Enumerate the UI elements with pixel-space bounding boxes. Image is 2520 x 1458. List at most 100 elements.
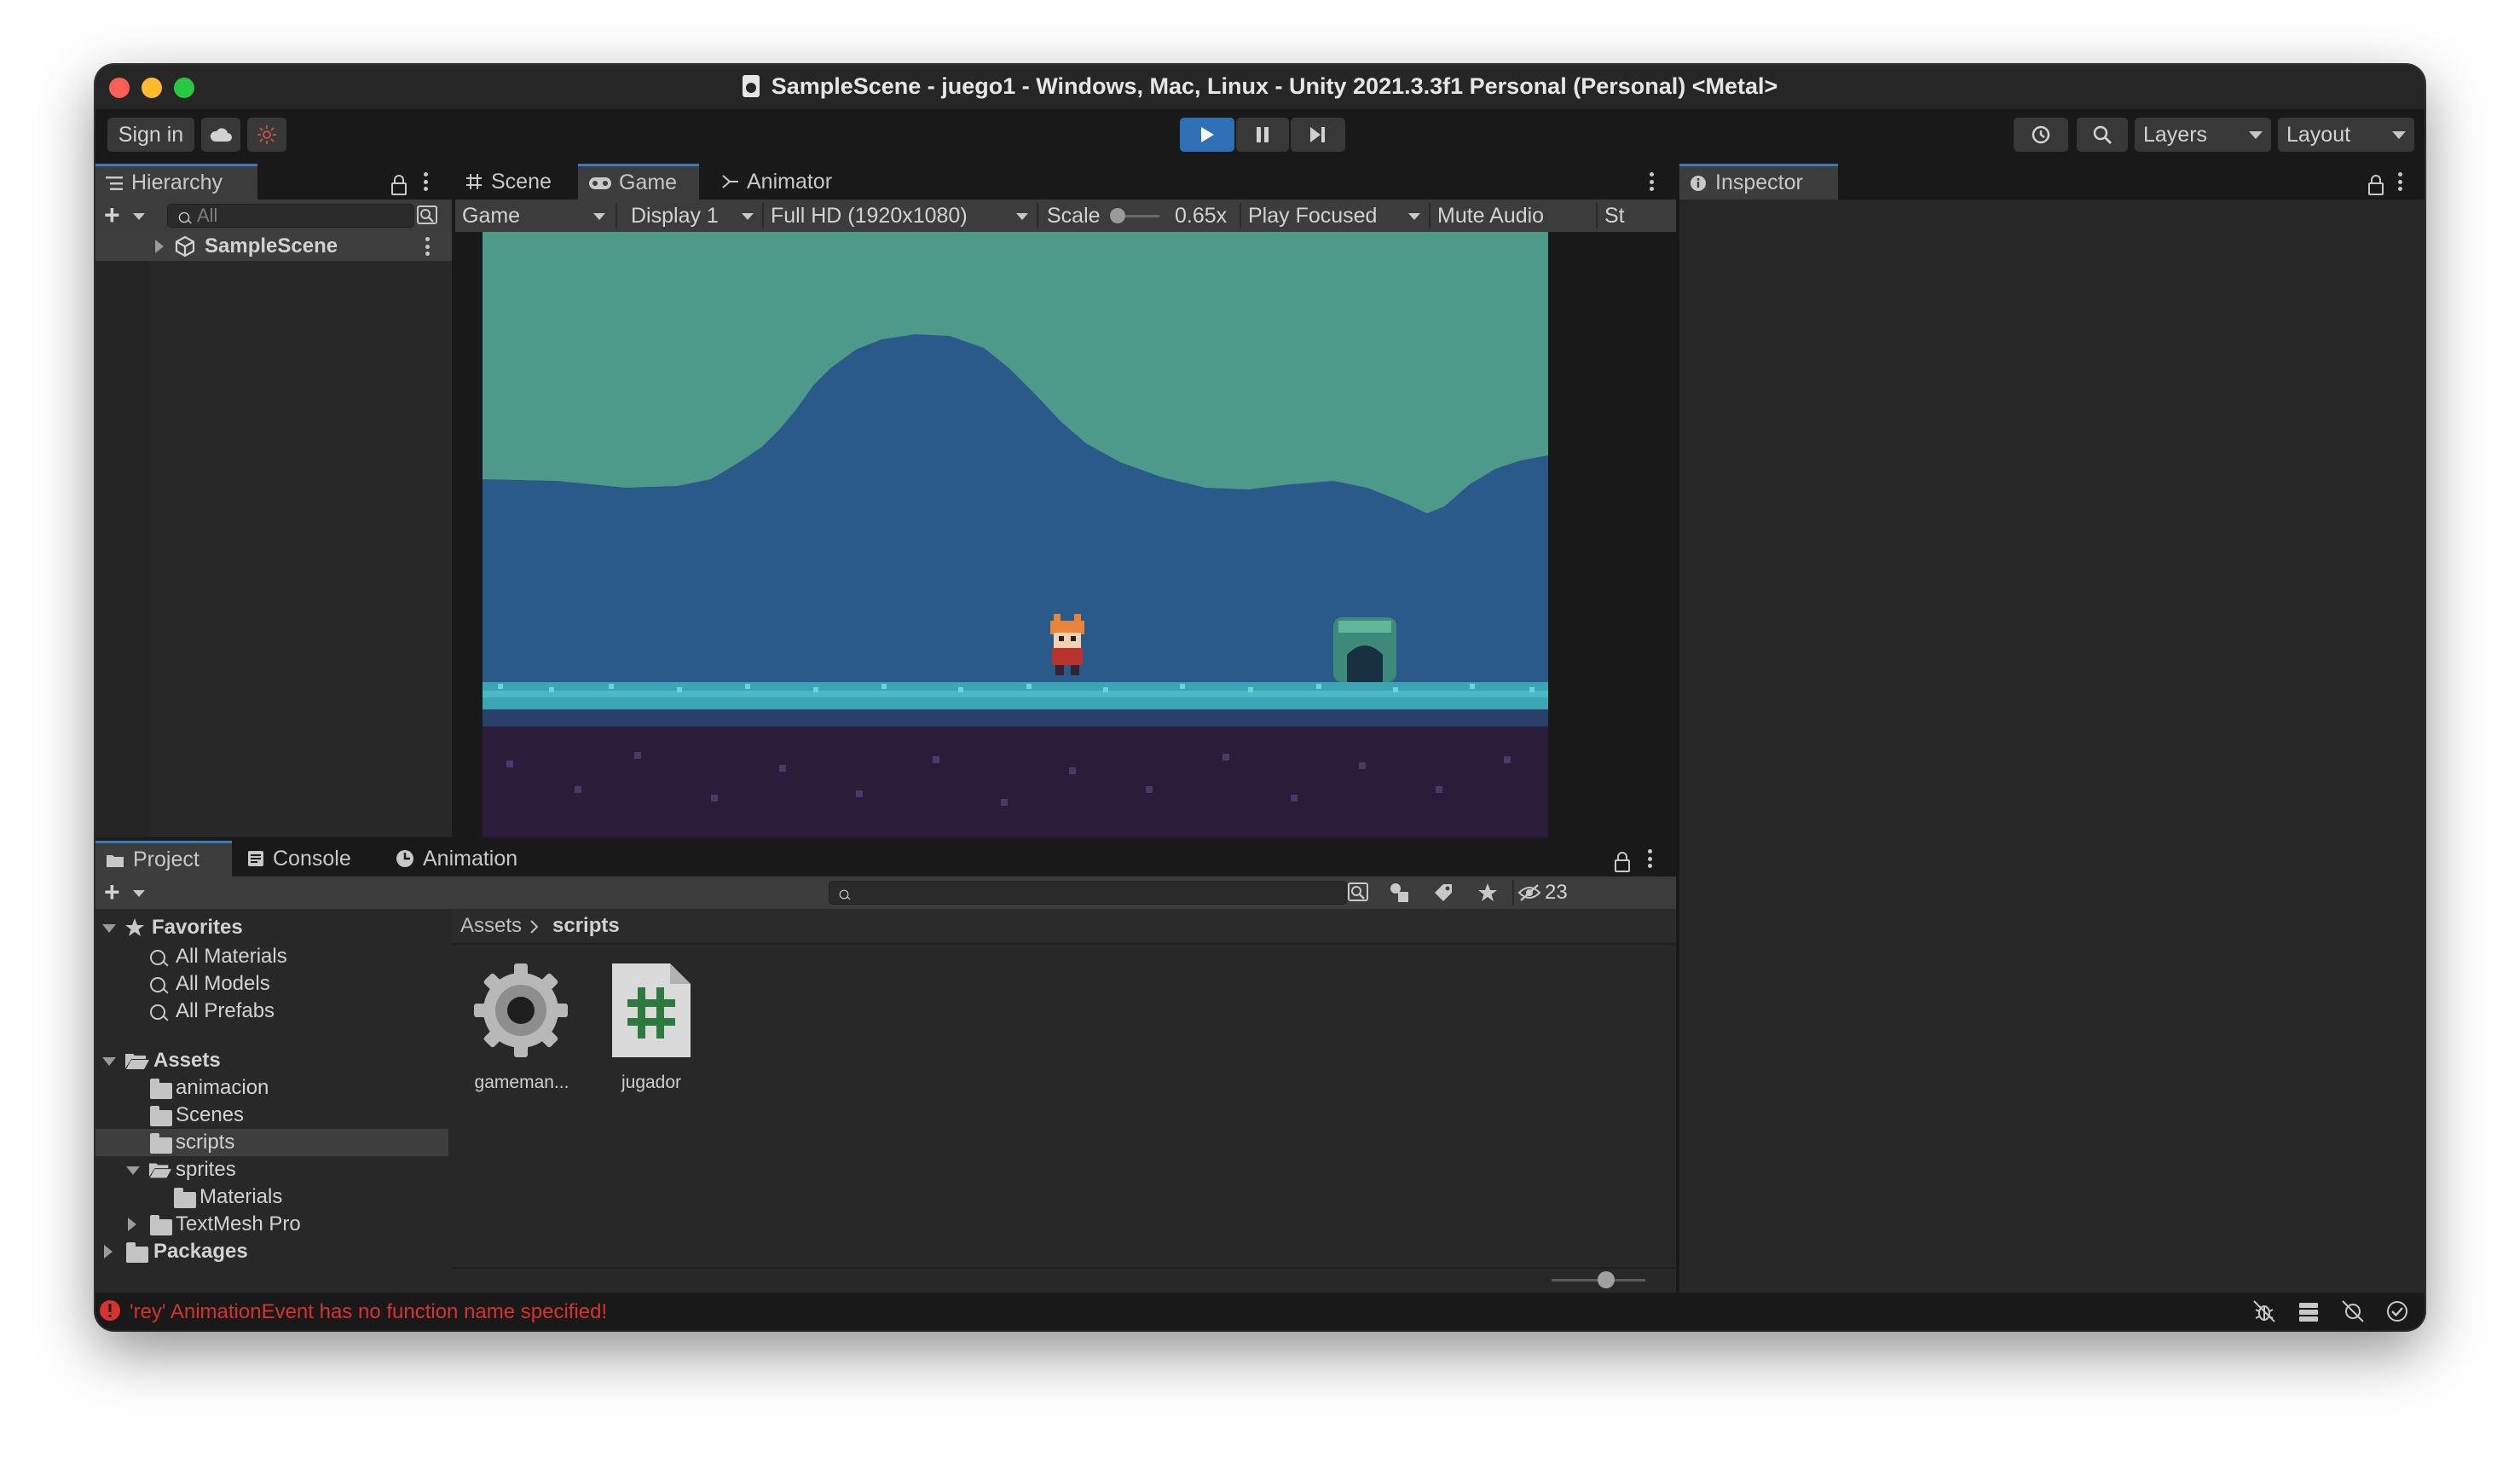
hierarchy-search-input[interactable]: All bbox=[167, 204, 414, 228]
folder-animacion[interactable]: animacion bbox=[95, 1074, 448, 1102]
scene-menu-icon[interactable] bbox=[425, 237, 430, 256]
tab-animation[interactable]: Animation bbox=[385, 841, 556, 877]
collapse-arrow-icon[interactable] bbox=[102, 924, 116, 933]
resolution-dropdown[interactable]: Full HD (1920x1080) bbox=[764, 200, 1035, 232]
panel-menu-icon[interactable] bbox=[423, 172, 428, 191]
hidden-packages-toggle[interactable]: 23 bbox=[1517, 880, 1579, 905]
panel-menu-icon[interactable] bbox=[2397, 172, 2402, 191]
shapes-icon bbox=[1390, 883, 1408, 902]
game-view-dropdown[interactable]: Game bbox=[455, 200, 614, 232]
folder-packages[interactable]: Packages bbox=[95, 1238, 448, 1265]
chevron-down-icon[interactable] bbox=[133, 890, 145, 897]
checkmark-circle-icon[interactable] bbox=[2385, 1299, 2409, 1323]
play-focused-dropdown[interactable]: Play Focused bbox=[1241, 200, 1427, 232]
expand-arrow-icon[interactable] bbox=[104, 1245, 113, 1258]
step-button[interactable] bbox=[1291, 118, 1345, 152]
breadcrumb-scripts[interactable]: scripts bbox=[552, 914, 620, 938]
hierarchy-row-scene[interactable]: SampleScene bbox=[95, 232, 452, 261]
hierarchy-icon bbox=[106, 176, 123, 190]
asset-item[interactable]: gameman... bbox=[469, 962, 575, 1098]
cache-server-icon[interactable] bbox=[2297, 1299, 2321, 1323]
inspector-lock-icon[interactable] bbox=[2368, 175, 2384, 195]
tab-animator[interactable]: Animator bbox=[711, 164, 881, 200]
status-bar: 'rey' AnimationEvent has no function nam… bbox=[95, 1293, 2425, 1330]
tab-inspector-label: Inspector bbox=[1715, 171, 1803, 194]
expand-arrow-icon[interactable] bbox=[155, 240, 164, 253]
info-icon bbox=[1691, 175, 1706, 191]
save-search-button[interactable] bbox=[1477, 882, 1502, 905]
display-dropdown[interactable]: Display 1 bbox=[617, 200, 760, 232]
scene-document-icon bbox=[742, 75, 760, 97]
auto-generate-lighting-icon[interactable] bbox=[2341, 1299, 2365, 1323]
collapse-arrow-icon[interactable] bbox=[126, 1166, 140, 1175]
collapse-arrow-icon[interactable] bbox=[102, 1057, 116, 1066]
stats-toggle[interactable]: St bbox=[1598, 200, 1640, 232]
folder-scenes[interactable]: Scenes bbox=[95, 1102, 448, 1129]
scale-value: 0.65x bbox=[1175, 204, 1228, 228]
folder-assets[interactable]: Assets bbox=[95, 1047, 448, 1074]
panel-menu-icon[interactable] bbox=[1647, 849, 1652, 868]
favorites-label[interactable]: Favorites bbox=[152, 916, 243, 940]
add-icon[interactable]: + bbox=[104, 201, 120, 229]
mute-audio-toggle[interactable]: Mute Audio bbox=[1431, 200, 1594, 232]
panel-menu-icon[interactable] bbox=[1649, 172, 1654, 191]
icon-size-slider-thumb[interactable] bbox=[1598, 1271, 1615, 1288]
favorite-item[interactable]: All Prefabs bbox=[95, 998, 448, 1025]
breadcrumb-assets[interactable]: Assets bbox=[460, 914, 522, 938]
icon-size-slider[interactable] bbox=[1552, 1271, 1645, 1288]
tab-scene[interactable]: Scene bbox=[455, 164, 576, 200]
folder-materials[interactable]: Materials bbox=[95, 1183, 448, 1211]
tag-icon bbox=[1435, 884, 1452, 901]
pause-icon bbox=[1257, 127, 1269, 142]
chevron-down-icon bbox=[742, 213, 754, 220]
project-toolbar: + 23 bbox=[95, 877, 1676, 909]
star-icon bbox=[125, 918, 144, 936]
favorite-item[interactable]: All Materials bbox=[95, 943, 448, 970]
search-by-type-button[interactable] bbox=[416, 205, 442, 227]
tab-console[interactable]: Console bbox=[237, 841, 390, 877]
folder-label: Scenes bbox=[176, 1103, 245, 1126]
tab-project[interactable]: Project bbox=[95, 841, 232, 877]
chevron-down-icon[interactable] bbox=[133, 213, 145, 220]
history-button[interactable] bbox=[2014, 118, 2068, 152]
debug-mode-icon[interactable] bbox=[2252, 1299, 2276, 1323]
folder-sprites[interactable]: sprites bbox=[95, 1156, 448, 1183]
play-button[interactable] bbox=[1180, 118, 1234, 152]
filter-by-type-button[interactable] bbox=[1388, 882, 1413, 905]
hierarchy-gutter bbox=[95, 232, 150, 837]
status-error-message[interactable]: 'rey' AnimationEvent has no function nam… bbox=[130, 1300, 607, 1324]
pause-button[interactable] bbox=[1236, 118, 1289, 152]
tab-scene-label: Scene bbox=[491, 169, 552, 194]
folder-scripts[interactable]: scripts bbox=[95, 1129, 448, 1156]
step-icon bbox=[1310, 127, 1325, 142]
scale-slider-thumb[interactable] bbox=[1110, 208, 1125, 223]
favorite-item[interactable]: All Models bbox=[95, 970, 448, 998]
project-search-input[interactable] bbox=[829, 881, 1347, 905]
tab-game[interactable]: Game bbox=[578, 164, 699, 200]
filter-by-label-button[interactable] bbox=[1432, 882, 1458, 905]
collab-button[interactable] bbox=[247, 118, 286, 152]
scale-slider[interactable] bbox=[1110, 208, 1159, 223]
tab-console-label: Console bbox=[273, 846, 351, 871]
expand-arrow-icon[interactable] bbox=[128, 1218, 136, 1231]
lock-icon[interactable] bbox=[391, 175, 407, 195]
asset-item[interactable]: jugador bbox=[598, 962, 704, 1098]
layout-dropdown[interactable]: Layout bbox=[2278, 118, 2414, 152]
clock-icon bbox=[396, 850, 413, 867]
hierarchy-tree: SampleScene bbox=[95, 232, 452, 837]
search-toolbar-button[interactable] bbox=[2077, 118, 2128, 152]
tab-inspector[interactable]: Inspector bbox=[1679, 164, 1838, 200]
add-icon[interactable]: + bbox=[104, 878, 120, 905]
game-viewport[interactable] bbox=[455, 232, 1676, 837]
chevron-down-icon bbox=[593, 213, 605, 220]
play-icon bbox=[1201, 127, 1214, 142]
layers-dropdown[interactable]: Layers bbox=[2135, 118, 2271, 152]
tab-hierarchy-label: Hierarchy bbox=[131, 171, 223, 194]
tab-hierarchy[interactable]: Hierarchy bbox=[95, 164, 257, 200]
history-icon bbox=[2032, 125, 2050, 144]
search-by-type-button[interactable] bbox=[1347, 882, 1373, 904]
cloud-button[interactable] bbox=[201, 118, 240, 152]
sign-in-button[interactable]: Sign in bbox=[107, 118, 194, 152]
lock-icon[interactable] bbox=[1615, 852, 1630, 872]
folder-textmesh-pro[interactable]: TextMesh Pro bbox=[95, 1211, 448, 1238]
